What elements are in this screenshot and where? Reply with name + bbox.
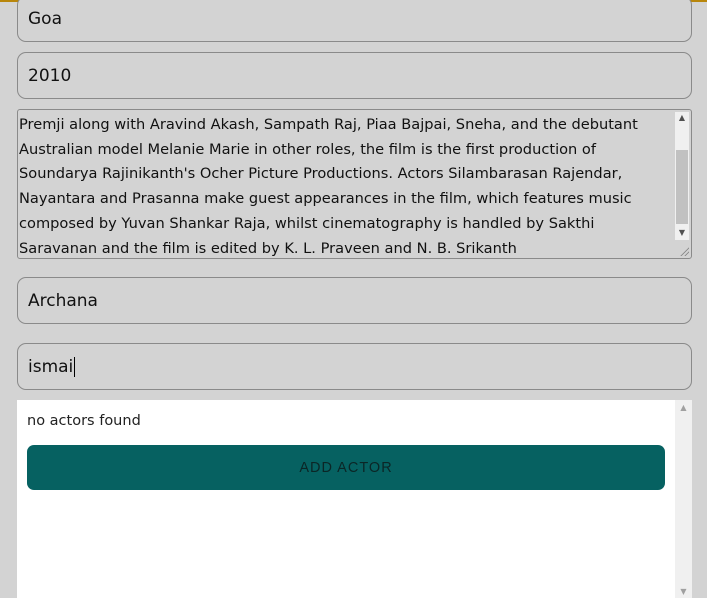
description-textarea[interactable]: Premji along with Aravind Akash, Sampath…: [17, 109, 692, 259]
actor-results-panel: no actors found ADD ACTOR ▲ ▼: [17, 400, 692, 598]
actor-search-value: ismai: [28, 356, 74, 377]
text-cursor: [74, 356, 76, 377]
year-value: 2010: [28, 65, 72, 86]
location-value: Goa: [28, 9, 62, 29]
location-input[interactable]: Goa: [17, 0, 692, 42]
description-text: Premji along with Aravind Akash, Sampath…: [19, 116, 638, 257]
heroine-input[interactable]: Archana: [17, 277, 692, 324]
add-actor-button[interactable]: ADD ACTOR: [27, 445, 665, 490]
actor-search-input[interactable]: ismai: [17, 343, 692, 390]
scroll-up-icon[interactable]: ▲: [675, 113, 689, 122]
scroll-thumb[interactable]: [676, 150, 688, 224]
year-input[interactable]: 2010: [17, 52, 692, 99]
results-scrollbar[interactable]: ▲ ▼: [675, 400, 692, 598]
scroll-down-icon[interactable]: ▼: [675, 587, 692, 596]
resize-handle-icon[interactable]: [679, 246, 689, 256]
description-scrollbar[interactable]: ▲ ▼: [675, 112, 689, 240]
scroll-up-icon[interactable]: ▲: [675, 403, 692, 412]
heroine-value: Archana: [28, 290, 98, 311]
no-results-message: no actors found: [27, 413, 141, 429]
scroll-down-icon[interactable]: ▼: [675, 228, 689, 237]
